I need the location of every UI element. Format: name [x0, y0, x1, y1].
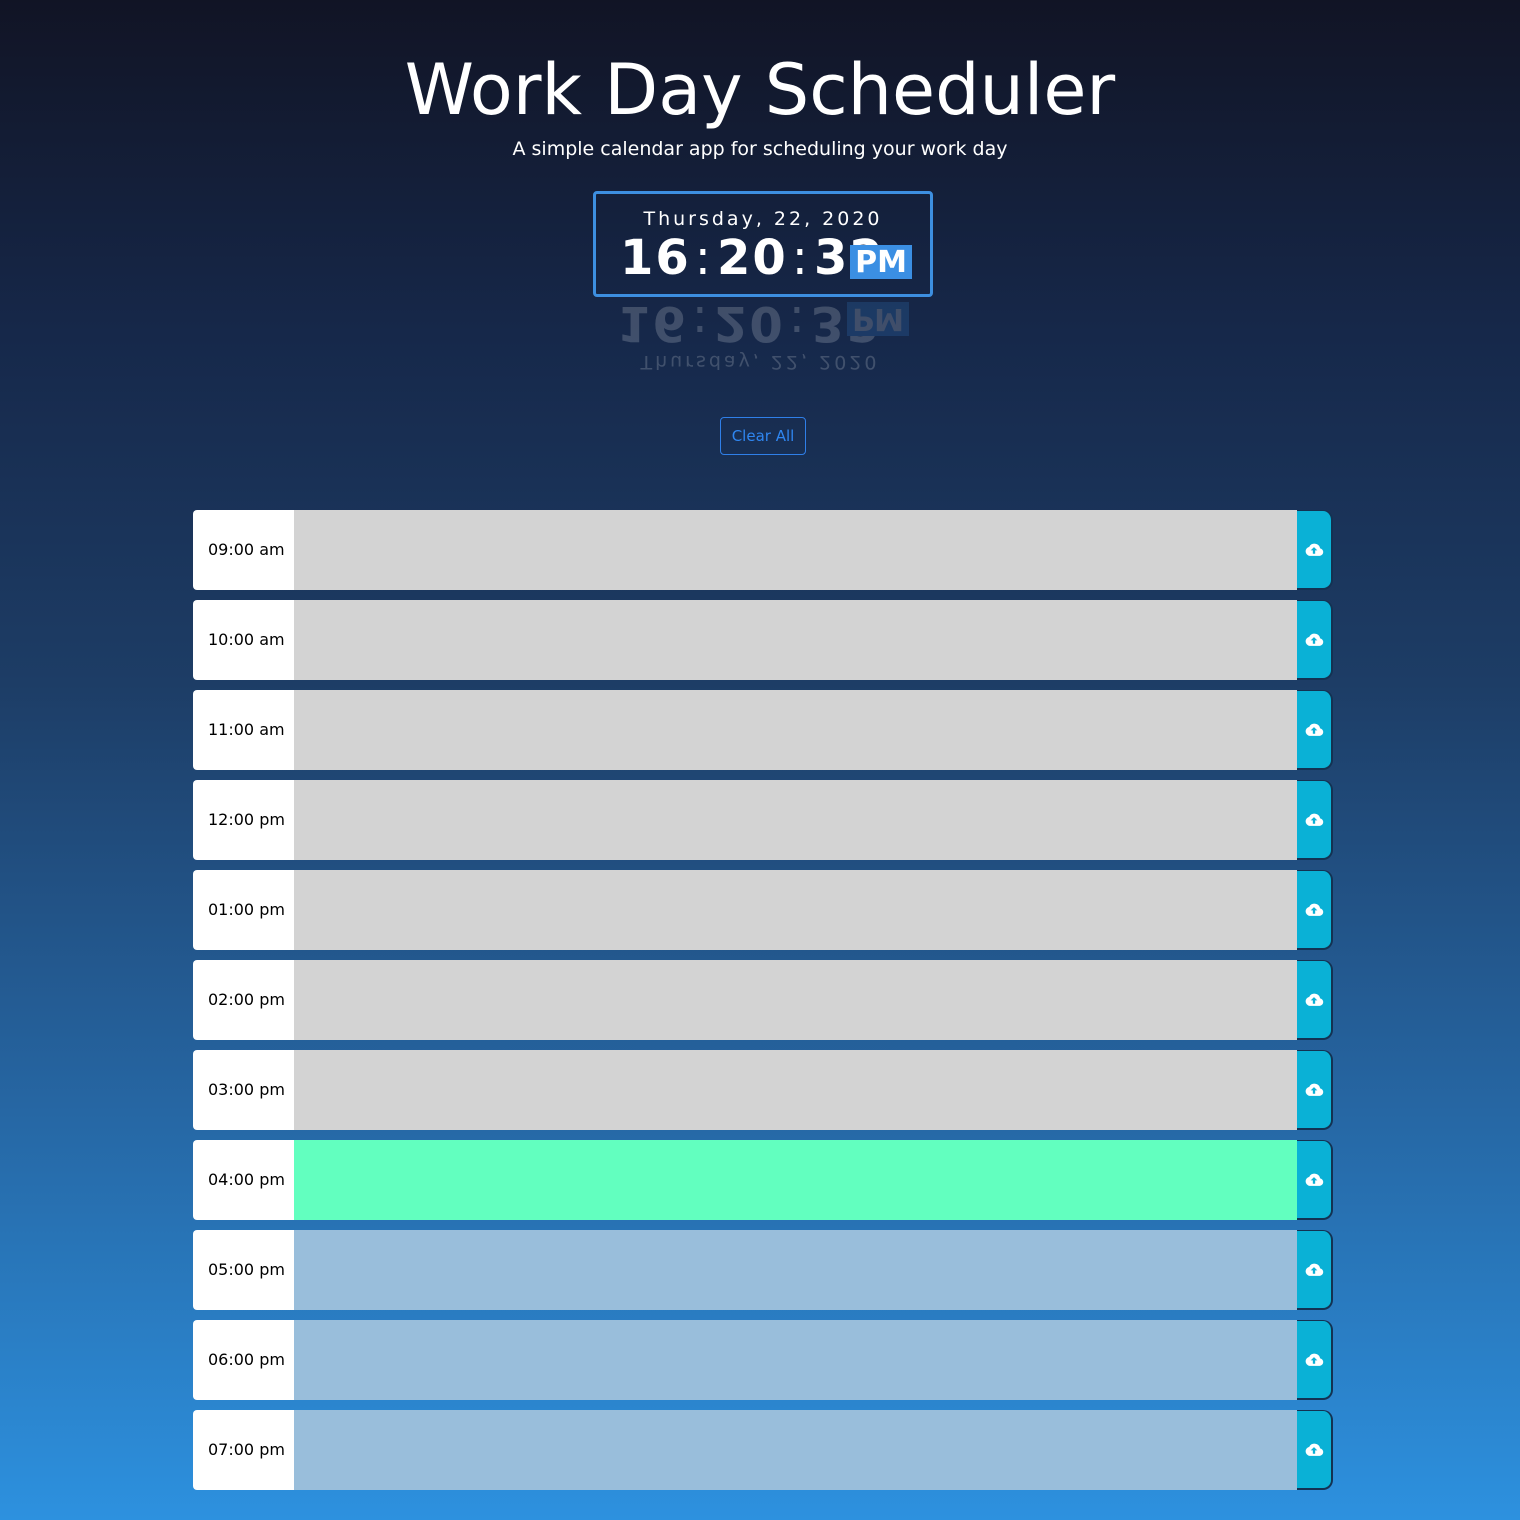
save-button[interactable]: [1297, 510, 1333, 590]
clear-all-button[interactable]: Clear All: [720, 417, 806, 455]
cloud-upload-icon: [1305, 1263, 1324, 1276]
page-title: Work Day Scheduler: [404, 49, 1116, 131]
save-button[interactable]: [1297, 1230, 1333, 1310]
hour-label: 12:00 pm: [193, 780, 294, 860]
cloud-upload-icon: [1305, 1443, 1324, 1456]
clock-time: 16:20:32: [620, 230, 885, 286]
save-button[interactable]: [1297, 1410, 1333, 1490]
time-block-row: 02:00 pm: [193, 960, 1333, 1040]
save-button[interactable]: [1297, 690, 1333, 770]
hour-label: 06:00 pm: [193, 1320, 294, 1400]
description-input[interactable]: [294, 600, 1298, 680]
clock-reflection-ampm: PM: [847, 301, 909, 336]
cloud-upload-icon: [1305, 543, 1324, 556]
hour-label: 02:00 pm: [193, 960, 294, 1040]
description-input[interactable]: [294, 780, 1298, 860]
clock-reflection-hours: 16: [617, 297, 688, 351]
save-button[interactable]: [1297, 600, 1333, 680]
cloud-upload-icon: [1305, 1173, 1324, 1186]
time-block-row: 04:00 pm: [193, 1140, 1333, 1220]
hour-label: 11:00 am: [193, 690, 294, 770]
time-block-row: 10:00 am: [193, 600, 1333, 680]
save-button[interactable]: [1297, 1140, 1333, 1220]
save-button[interactable]: [1297, 870, 1333, 950]
hour-label: 05:00 pm: [193, 1230, 294, 1310]
clock-separator: :: [791, 230, 810, 286]
hour-label: 09:00 am: [193, 510, 294, 590]
time-block-list: 09:00 am 10:00 am 11:00 am 12:00 pm 01:00 pm…: [193, 510, 1333, 1500]
clock-reflection-time: 16:20:32: [617, 297, 882, 351]
clock-reflection: Thursday, 22, 2020 16:20:32 PM: [593, 297, 933, 387]
clock-minutes: 20: [716, 230, 788, 286]
hour-label: 04:00 pm: [193, 1140, 294, 1220]
hour-label: 01:00 pm: [193, 870, 294, 950]
time-block-row: 07:00 pm: [193, 1410, 1333, 1490]
clock-hours: 16: [620, 230, 691, 286]
description-input[interactable]: [294, 870, 1298, 950]
description-input[interactable]: [294, 510, 1298, 590]
clock-reflection-minutes: 20: [713, 297, 785, 351]
clock-ampm: PM: [850, 245, 912, 280]
save-button[interactable]: [1297, 780, 1333, 860]
cloud-upload-icon: [1305, 633, 1324, 646]
description-input[interactable]: [294, 1050, 1298, 1130]
description-input[interactable]: [294, 1140, 1298, 1220]
clock-reflection-separator: :: [691, 297, 710, 351]
hour-label: 03:00 pm: [193, 1050, 294, 1130]
description-input[interactable]: [294, 690, 1298, 770]
page-subtitle: A simple calendar app for scheduling you…: [512, 138, 1008, 160]
clock-reflection-date: Thursday, 22, 2020: [640, 351, 880, 373]
description-input[interactable]: [294, 960, 1298, 1040]
time-block-row: 09:00 am: [193, 510, 1333, 590]
time-block-row: 05:00 pm: [193, 1230, 1333, 1310]
clock: Thursday, 22, 2020 16:20:32 PM: [593, 191, 933, 297]
time-block-row: 01:00 pm: [193, 870, 1333, 950]
description-input[interactable]: [294, 1410, 1298, 1490]
clock-separator: :: [694, 230, 713, 286]
save-button[interactable]: [1297, 1050, 1333, 1130]
save-button[interactable]: [1297, 960, 1333, 1040]
description-input[interactable]: [294, 1230, 1298, 1310]
cloud-upload-icon: [1305, 813, 1324, 826]
cloud-upload-icon: [1305, 723, 1324, 736]
clock-reflection-separator: :: [788, 297, 807, 351]
cloud-upload-icon: [1305, 1083, 1324, 1096]
cloud-upload-icon: [1305, 903, 1324, 916]
save-button[interactable]: [1297, 1320, 1333, 1400]
time-block-row: 03:00 pm: [193, 1050, 1333, 1130]
clock-date: Thursday, 22, 2020: [643, 208, 883, 230]
time-block-row: 06:00 pm: [193, 1320, 1333, 1400]
cloud-upload-icon: [1305, 1353, 1324, 1366]
hour-label: 10:00 am: [193, 600, 294, 680]
time-block-row: 11:00 am: [193, 690, 1333, 770]
hour-label: 07:00 pm: [193, 1410, 294, 1490]
time-block-row: 12:00 pm: [193, 780, 1333, 860]
cloud-upload-icon: [1305, 993, 1324, 1006]
description-input[interactable]: [294, 1320, 1298, 1400]
